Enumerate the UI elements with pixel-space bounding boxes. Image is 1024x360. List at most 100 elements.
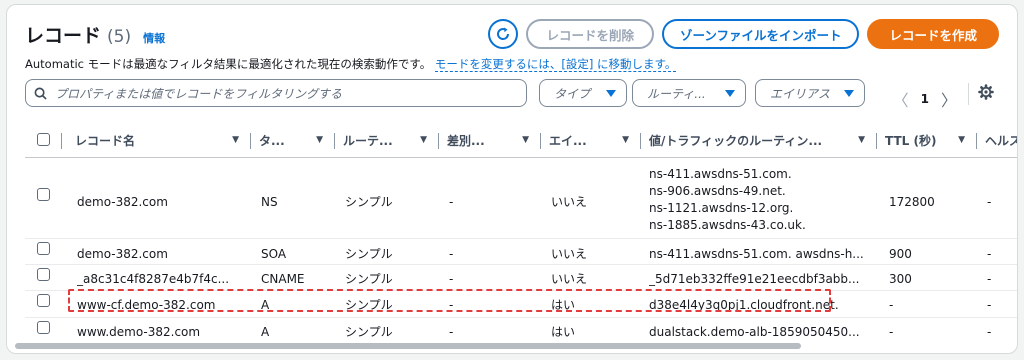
table-header-row: レコード名 ▼ タ... ▼ ルーテ... ▼ 差別... ▼ エイ... ▼ … — [25, 124, 1018, 156]
record-health: - — [987, 272, 992, 286]
gear-icon[interactable] — [975, 81, 997, 103]
record-health: - — [987, 325, 992, 339]
column-header-ttl[interactable]: TTL (秒) ▼ — [885, 124, 977, 156]
row-checkbox[interactable] — [37, 242, 50, 255]
row-checkbox[interactable] — [37, 268, 50, 281]
column-header-label: タ... — [259, 133, 285, 148]
pagination-divider — [968, 83, 969, 105]
row-checkbox[interactable] — [37, 294, 50, 307]
record-routing: シンプル — [345, 195, 393, 209]
record-name: demo-382.com — [77, 195, 168, 209]
sort-icon: ▼ — [858, 135, 865, 145]
column-divider — [250, 133, 251, 149]
delete-records-button[interactable]: レコードを削除 — [526, 19, 654, 49]
column-header-name[interactable]: レコード名 ▼ — [75, 124, 251, 156]
routing-filter-select[interactable]: ルーティ... — [632, 79, 746, 107]
column-divider — [61, 133, 62, 149]
record-value-line: dualstack.demo-alb-1859050450... — [649, 325, 860, 339]
table-row[interactable]: www.demo-382.com A シンプル - はい dualstack.d… — [25, 318, 1017, 344]
row-checkbox[interactable] — [37, 188, 50, 201]
info-link[interactable]: 情報 — [143, 30, 165, 46]
column-header-type[interactable]: タ... ▼ — [259, 124, 335, 156]
record-health: - — [987, 298, 992, 312]
record-health: - — [987, 195, 992, 209]
record-value-line: ns-411.awsdns-51.com. awsdns-h... — [649, 247, 864, 261]
column-header-alias[interactable]: エイ... ▼ — [549, 124, 641, 156]
toolbar: レコードを削除 ゾーンファイルをインポート レコードを作成 — [488, 19, 999, 49]
next-page-button[interactable]: 〉 — [941, 87, 957, 111]
record-health: - — [987, 247, 992, 261]
column-header-label: TTL (秒) — [885, 133, 937, 148]
column-header-label: エイ... — [549, 133, 587, 148]
type-filter-select[interactable]: タイプ — [539, 79, 627, 107]
previous-page-button[interactable]: 〈 — [893, 87, 909, 111]
refresh-button[interactable] — [488, 19, 519, 49]
table-row[interactable]: demo-382.com SOA シンプル - いいえ ns-411.awsdn… — [25, 239, 1017, 264]
sort-icon: ▼ — [522, 135, 529, 145]
record-type: A — [261, 325, 270, 339]
record-value-line: _5d71eb332ffe91e21eecdbf3abb... — [649, 272, 860, 286]
search-placeholder: プロパティまたは値でレコードをフィルタリングする — [55, 86, 343, 101]
table-row[interactable]: _a8c31c4f8287e4b7f4c... CNAME シンプル - いいえ… — [25, 265, 1017, 290]
record-name: demo-382.com — [77, 247, 168, 261]
column-header-label: 差別... — [447, 133, 485, 148]
column-divider — [540, 133, 541, 149]
table-row[interactable]: demo-382.com NS シンプル - いいえ ns-411.awsdns… — [25, 158, 1017, 238]
record-type: SOA — [261, 247, 287, 261]
column-header-differentiator[interactable]: 差別... ▼ — [447, 124, 541, 156]
type-filter-label: タイプ — [554, 86, 591, 101]
import-zone-file-button[interactable]: ゾーンファイルをインポート — [661, 19, 860, 49]
search-icon — [34, 87, 47, 100]
caret-down-icon — [844, 89, 854, 97]
records-header: レコード (5) 情報 — [25, 21, 165, 48]
select-all-checkbox[interactable] — [37, 133, 50, 146]
column-divider — [876, 133, 877, 149]
alias-filter-select[interactable]: エイリアス — [755, 79, 865, 107]
sort-icon: ▼ — [232, 135, 239, 145]
record-value-line: ns-411.awsdns-51.com. — [649, 167, 792, 181]
column-header-label: ヘルス — [985, 133, 1018, 148]
scrollbar-thumb[interactable] — [15, 343, 801, 349]
routing-filter-label: ルーティ... — [647, 86, 706, 101]
row-checkbox[interactable] — [37, 321, 50, 334]
record-ttl: 900 — [889, 247, 912, 261]
refresh-icon — [497, 27, 510, 40]
current-page[interactable]: 1 — [921, 92, 929, 106]
sort-icon: ▼ — [316, 135, 323, 145]
settings-link[interactable]: モードを変更するには、[設定] に移動します。 — [434, 57, 677, 72]
horizontal-scrollbar[interactable] — [15, 343, 1017, 349]
highlighted-row-outline — [68, 289, 831, 312]
record-value-line: ns-906.awsdns-49.net. — [649, 184, 786, 198]
record-value-line: ns-1885.awsdns-43.co.uk. — [649, 218, 806, 232]
record-alias: いいえ — [551, 195, 588, 209]
search-mode-description: Automatic モードは最適なフィルタ結果に最適化された現在の検索動作です。… — [25, 56, 677, 72]
page-title: レコード — [25, 25, 102, 47]
column-header-value[interactable]: 値/トラフィックのルーティン... ▼ — [649, 124, 877, 156]
record-ttl: 172800 — [889, 195, 935, 209]
record-type: NS — [261, 195, 278, 209]
record-differentiator: - — [449, 247, 454, 261]
record-type: CNAME — [261, 272, 305, 286]
record-routing: シンプル — [345, 272, 393, 286]
record-alias: はい — [551, 325, 576, 339]
column-header-routing[interactable]: ルーテ... ▼ — [343, 124, 439, 156]
description-text: Automatic モードは最適なフィルタ結果に最適化された現在の検索動作です。 — [25, 57, 432, 71]
record-count: (5) — [107, 27, 132, 47]
alias-filter-label: エイリアス — [770, 86, 831, 101]
create-record-button[interactable]: レコードを作成 — [867, 19, 999, 49]
record-name: _a8c31c4f8287e4b7f4c... — [77, 272, 230, 286]
column-header-health[interactable]: ヘルス — [985, 124, 1018, 156]
search-input[interactable]: プロパティまたは値でレコードをフィルタリングする — [25, 79, 527, 107]
record-ttl: - — [889, 325, 894, 339]
column-header-label: 値/トラフィックのルーティン... — [649, 133, 823, 148]
record-differentiator: - — [449, 325, 454, 339]
record-routing: シンプル — [345, 247, 393, 261]
sort-icon: ▼ — [420, 135, 427, 145]
sort-icon: ▼ — [622, 135, 629, 145]
record-ttl: - — [889, 298, 894, 312]
record-alias: いいえ — [551, 272, 588, 286]
record-value-line: ns-1121.awsdns-12.org. — [649, 201, 794, 215]
column-header-label: レコード名 — [75, 133, 136, 148]
column-divider — [334, 133, 335, 149]
record-differentiator: - — [449, 195, 454, 209]
